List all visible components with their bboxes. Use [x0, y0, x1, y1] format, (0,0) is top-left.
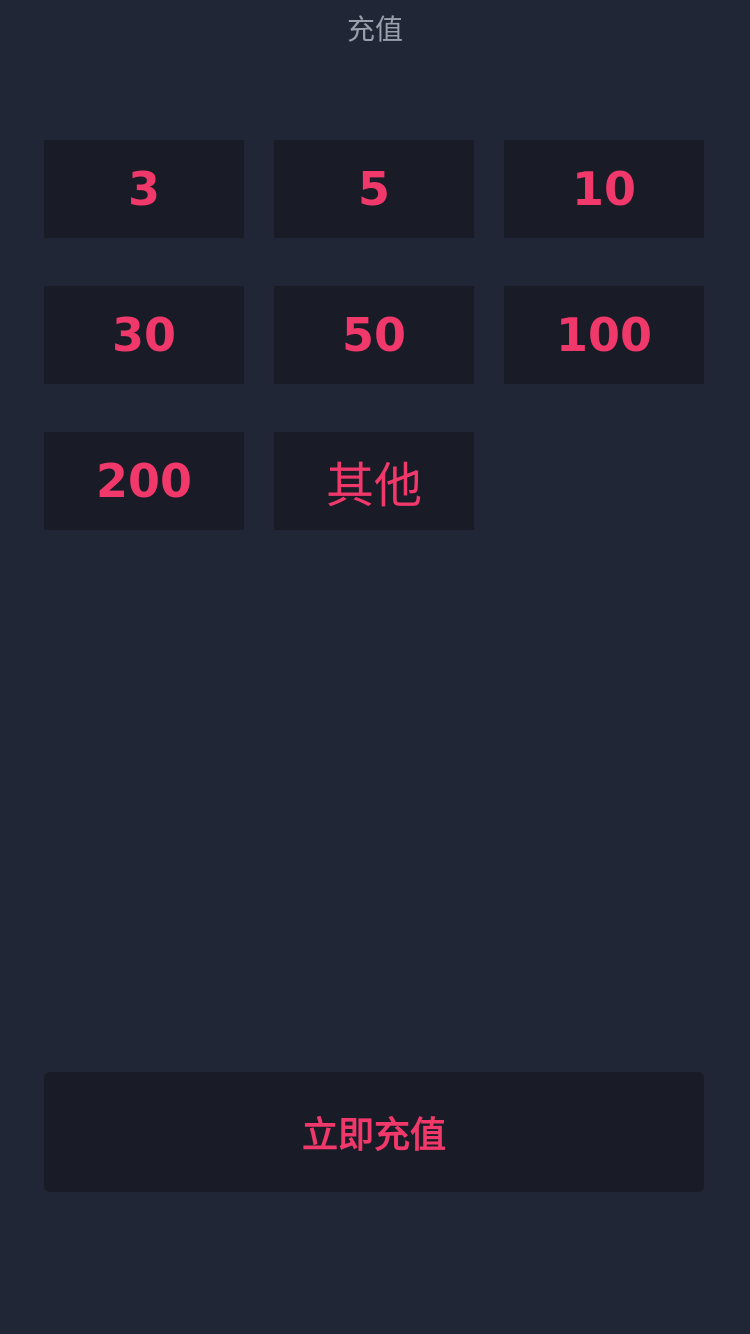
amount-option-other[interactable]: 其他: [274, 432, 474, 530]
recharge-now-label: 立即充值: [301, 1115, 446, 1156]
amount-label: 其他: [325, 458, 422, 514]
amount-label: 100: [555, 308, 653, 362]
amount-label: 200: [95, 454, 193, 508]
recharge-page: 充值 3 5 10 30 50 100 200 其他 立即充值: [0, 0, 750, 1334]
amount-option-3[interactable]: 3: [44, 140, 244, 238]
page-title: 充值: [346, 13, 403, 46]
amount-grid: 3 5 10 30 50 100 200 其他: [44, 140, 704, 530]
amount-option-30[interactable]: 30: [44, 286, 244, 384]
amount-label: 30: [111, 308, 176, 362]
amount-option-200[interactable]: 200: [44, 432, 244, 530]
amount-label: 5: [357, 162, 390, 216]
amount-label: 10: [571, 162, 636, 216]
amount-option-10[interactable]: 10: [504, 140, 704, 238]
amount-option-50[interactable]: 50: [274, 286, 474, 384]
amount-option-5[interactable]: 5: [274, 140, 474, 238]
amount-label: 50: [341, 308, 406, 362]
amount-label: 3: [127, 162, 160, 216]
amount-option-100[interactable]: 100: [504, 286, 704, 384]
recharge-now-button[interactable]: 立即充值: [44, 1072, 704, 1192]
